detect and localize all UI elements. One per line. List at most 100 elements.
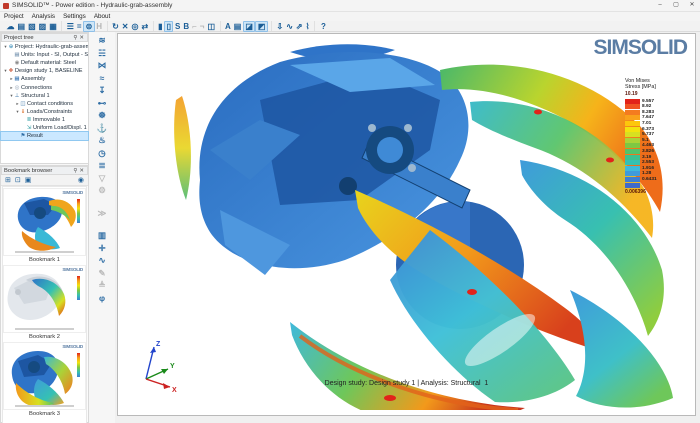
legend-tick-value: 4.463	[642, 143, 654, 148]
bookmark-thumbnail[interactable]: SIMSOLID	[3, 188, 86, 256]
tree-node-icon: ◎	[14, 85, 20, 91]
measure-icon[interactable]: A	[224, 22, 233, 31]
filter-icon[interactable]: ▽	[99, 172, 106, 185]
tree-item[interactable]: ▾⊥Structural 1	[1, 92, 88, 100]
compare-icon[interactable]: =	[75, 22, 83, 31]
flow-icon[interactable]: ≫	[98, 207, 107, 220]
maximize-button[interactable]: ▢	[668, 0, 684, 11]
tree-item[interactable]: ▸◫Contact conditions	[1, 100, 88, 108]
globe-view-icon[interactable]: ⊜	[83, 21, 95, 32]
section-b-icon[interactable]: B	[182, 22, 191, 31]
rigid-link-icon[interactable]: ⚓	[97, 122, 108, 135]
tree-node-icon: ⇲	[26, 125, 32, 131]
camera-icon[interactable]: ◉	[76, 176, 86, 184]
seam-weld-icon[interactable]: ≋	[98, 34, 105, 47]
gear-icon[interactable]: ⚙	[98, 184, 106, 197]
bookmark-window-icon[interactable]: ⊡	[13, 176, 23, 184]
side-toolbar: ≋☵⋈≈↧⊷☸⚓♨◷≣▽⚙ ≫ ▥✛∿✎≜φ	[89, 32, 115, 423]
legend-swatch	[625, 99, 640, 104]
tree-item-label: Immovable 1	[33, 117, 65, 123]
stress-legend: Von Mises Stress [MPa] 10.19 9.5578.928.…	[625, 78, 673, 196]
tree-item[interactable]: ▾❖Design study 1, BASELINE	[1, 67, 88, 75]
graph-icon[interactable]: ∿	[98, 254, 105, 267]
bracket-left-icon[interactable]: ⌐	[191, 22, 199, 31]
menu-item-project[interactable]: Project	[0, 13, 28, 20]
plug-person-icon[interactable]: φ	[99, 292, 105, 305]
import-load-icon[interactable]: ⇩	[275, 22, 285, 31]
menu-item-about[interactable]: About	[90, 13, 114, 20]
tree-item[interactable]: ▸▦Assembly	[1, 75, 88, 83]
bookmark-item[interactable]: SIMSOLID Bookmark 3	[3, 342, 86, 418]
bolt-icon[interactable]: ↧	[98, 84, 105, 97]
model-3d-view[interactable]	[140, 40, 680, 410]
minimize-button[interactable]: –	[652, 0, 668, 11]
menu-item-settings[interactable]: Settings	[59, 13, 90, 20]
pencil-icon[interactable]: ✎	[98, 267, 105, 280]
weld-group-icon[interactable]: ♨	[98, 134, 106, 147]
time-history-icon[interactable]: ◷	[98, 147, 105, 160]
sort-list-icon[interactable]: ≣	[98, 159, 105, 172]
spring-icon[interactable]: ≈	[100, 72, 105, 85]
section-s-icon[interactable]: S	[173, 22, 181, 31]
bookmark-toolbar: ⊞⊡▣ ◉	[1, 175, 88, 186]
binoculars-icon[interactable]: ◫	[206, 22, 217, 31]
rotate-view-icon[interactable]: ↻	[111, 22, 121, 31]
legend-swatch	[625, 160, 640, 165]
pick-part-icon[interactable]: ◪	[243, 21, 256, 32]
panel-right-icon[interactable]: ▯	[164, 21, 173, 32]
new-project-icon[interactable]: ▤	[16, 22, 27, 31]
tree-item[interactable]: ▾⊕Project: Hydraulic-grab-assembly	[1, 43, 88, 51]
list-view-icon[interactable]: ☰	[65, 22, 75, 31]
bookmark-caption-line	[15, 328, 73, 330]
legend-max-value: 10.19	[625, 91, 673, 97]
bookmark-item[interactable]: SIMSOLID Bookmark 1	[3, 188, 86, 264]
close-icon[interactable]: ✕	[78, 168, 85, 174]
tree-item[interactable]: ▸◎Connections	[1, 83, 88, 91]
h-tool-icon[interactable]: H	[95, 22, 104, 31]
folder-icon[interactable]: ▨	[37, 22, 48, 31]
socket-icon[interactable]: ✛	[98, 242, 105, 255]
help-button[interactable]: ?	[315, 22, 332, 31]
open-folder-icon[interactable]: ▧	[27, 22, 38, 31]
viewport[interactable]: SIMSOLID	[117, 33, 696, 416]
frequency-icon[interactable]: ∿	[285, 22, 295, 31]
bookmark-thumbnail[interactable]: SIMSOLID	[3, 265, 86, 333]
lift-icon[interactable]: ⇗	[294, 22, 304, 31]
tree-item[interactable]: ▦Units: Input - SI, Output - SI	[1, 51, 88, 59]
close-icon[interactable]: ✕	[78, 35, 85, 41]
balance-icon[interactable]: ≜	[98, 279, 105, 292]
legend-tick-value: 1.916	[642, 166, 654, 171]
legend-title-line2: Stress [MPa]	[625, 84, 673, 90]
tree-item-label: Loads/Constraints	[27, 109, 72, 115]
close-button[interactable]: ✕	[684, 0, 700, 11]
look-at-icon[interactable]: ◎	[130, 22, 140, 31]
save-icon[interactable]: ▦	[48, 22, 59, 31]
bearing-icon[interactable]: ☸	[98, 109, 106, 122]
tree-item[interactable]: ⚑Result	[1, 132, 88, 140]
tree-item[interactable]: ◉Default material: Steel	[1, 59, 88, 67]
spring-load-icon[interactable]: ⌇	[304, 22, 311, 31]
tree-item[interactable]: ≣Immovable 1	[1, 116, 88, 124]
spot-weld-icon[interactable]: ☵	[98, 47, 106, 60]
bookmark-tile-icon[interactable]: ▣	[23, 176, 34, 184]
battery-icon[interactable]: ▥	[98, 229, 106, 242]
fit-view-icon[interactable]: ✕	[120, 22, 130, 31]
bracket-right-icon[interactable]: ¬	[198, 22, 206, 31]
legend-band	[625, 182, 673, 188]
tree-item[interactable]: ⇲Uniform Load/Displ. 1	[1, 124, 88, 132]
tree-node-icon: ▦	[14, 76, 20, 82]
virtual-connector-icon[interactable]: ⋈	[98, 59, 107, 72]
bookmark-item[interactable]: SIMSOLID Bookmark 2	[3, 265, 86, 341]
title-bar: SIMSOLID™ - Power edition - Hydraulic-gr…	[0, 0, 700, 12]
notes-icon[interactable]: ▤	[232, 22, 243, 31]
pin-joint-icon[interactable]: ⊷	[98, 97, 107, 110]
open-cloud-icon[interactable]: ☁	[5, 22, 16, 31]
tree-item[interactable]: ▾⇓Loads/Constraints	[1, 108, 88, 116]
bookmark-thumbnail[interactable]: SIMSOLID	[3, 342, 86, 410]
copy-bookmark-icon[interactable]: ⊞	[3, 176, 13, 184]
panel-left-icon[interactable]: ▮	[157, 22, 164, 31]
pick-face-icon[interactable]: ◩	[255, 21, 268, 32]
menu-item-analysis[interactable]: Analysis	[28, 13, 59, 20]
transform-icon[interactable]: ⇄	[140, 22, 150, 31]
tree-item-label: Assembly	[21, 76, 45, 82]
